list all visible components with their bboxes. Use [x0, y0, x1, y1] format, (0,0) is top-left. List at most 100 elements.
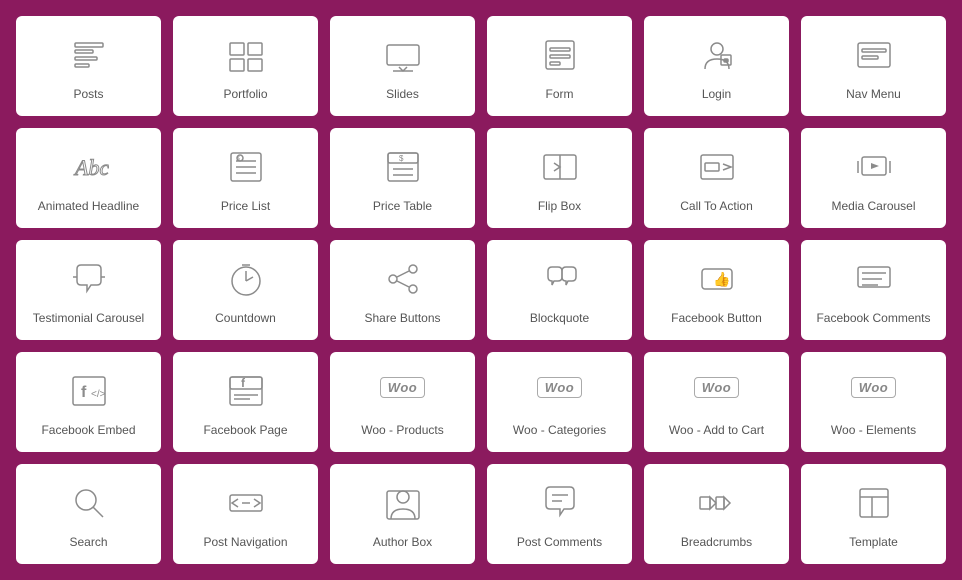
card-countdown[interactable]: Countdown — [173, 240, 318, 340]
woo-elements-woo-badge: Woo — [851, 377, 896, 400]
facebook-embed-icon: f </> — [65, 367, 113, 415]
post-comments-label: Post Comments — [517, 535, 602, 551]
testimonial-carousel-icon — [65, 255, 113, 303]
flip-box-label: Flip Box — [538, 199, 581, 215]
card-breadcrumbs[interactable]: Breadcrumbs — [644, 464, 789, 564]
share-buttons-label: Share Buttons — [364, 311, 440, 327]
woo-products-label: Woo - Products — [361, 423, 443, 439]
facebook-comments-label: Facebook Comments — [816, 311, 930, 327]
post-navigation-label: Post Navigation — [203, 535, 287, 551]
woo-add-to-cart-label: Woo - Add to Cart — [669, 423, 764, 439]
card-posts[interactable]: Posts — [16, 16, 161, 116]
facebook-comments-icon — [850, 255, 898, 303]
facebook-page-label: Facebook Page — [203, 423, 287, 439]
search-icon — [65, 479, 113, 527]
call-to-action-label: Call To Action — [680, 199, 753, 215]
share-buttons-icon — [379, 255, 427, 303]
svg-text:$: $ — [237, 156, 240, 162]
card-login[interactable]: Login — [644, 16, 789, 116]
card-template[interactable]: Template — [801, 464, 946, 564]
card-blockquote[interactable]: Blockquote — [487, 240, 632, 340]
woo-categories-woo-badge: Woo — [537, 377, 582, 400]
card-woo-categories[interactable]: Woo Woo - Categories — [487, 352, 632, 452]
price-table-icon: $ — [379, 143, 427, 191]
card-post-navigation[interactable]: Post Navigation — [173, 464, 318, 564]
media-carousel-icon — [850, 143, 898, 191]
card-animated-headline[interactable]: Abc Animated Headline — [16, 128, 161, 228]
card-post-comments[interactable]: Post Comments — [487, 464, 632, 564]
card-author-box[interactable]: Author Box — [330, 464, 475, 564]
card-facebook-embed[interactable]: f </> Facebook Embed — [16, 352, 161, 452]
svg-text:Abc: Abc — [73, 155, 109, 180]
facebook-embed-label: Facebook Embed — [41, 423, 135, 439]
card-portfolio[interactable]: Portfolio — [173, 16, 318, 116]
facebook-button-label: Facebook Button — [671, 311, 762, 327]
card-flip-box[interactable]: Flip Box — [487, 128, 632, 228]
card-woo-add-to-cart[interactable]: Woo Woo - Add to Cart — [644, 352, 789, 452]
template-icon — [850, 479, 898, 527]
card-testimonial-carousel[interactable]: Testimonial Carousel — [16, 240, 161, 340]
card-price-list[interactable]: $Price List — [173, 128, 318, 228]
breadcrumbs-label: Breadcrumbs — [681, 535, 752, 551]
post-navigation-icon — [222, 479, 270, 527]
svg-text:$: $ — [399, 154, 404, 163]
portfolio-label: Portfolio — [223, 87, 267, 103]
card-slides[interactable]: Slides — [330, 16, 475, 116]
woo-elements-icon: Woo — [850, 367, 898, 415]
woo-elements-label: Woo - Elements — [831, 423, 916, 439]
blockquote-icon — [536, 255, 584, 303]
woo-products-icon: Woo — [379, 367, 427, 415]
author-box-icon — [379, 479, 427, 527]
blockquote-label: Blockquote — [530, 311, 589, 327]
woo-categories-icon: Woo — [536, 367, 584, 415]
price-table-label: Price Table — [373, 199, 432, 215]
login-icon — [693, 31, 741, 79]
card-search[interactable]: Search — [16, 464, 161, 564]
card-share-buttons[interactable]: Share Buttons — [330, 240, 475, 340]
login-label: Login — [702, 87, 731, 103]
template-label: Template — [849, 535, 898, 551]
slides-icon — [379, 31, 427, 79]
nav-menu-label: Nav Menu — [846, 87, 901, 103]
flip-box-icon — [536, 143, 584, 191]
woo-add-to-cart-icon: Woo — [693, 367, 741, 415]
countdown-icon — [222, 255, 270, 303]
nav-menu-icon — [850, 31, 898, 79]
woo-categories-label: Woo - Categories — [513, 423, 606, 439]
card-woo-products[interactable]: Woo Woo - Products — [330, 352, 475, 452]
woo-add-to-cart-woo-badge: Woo — [694, 377, 739, 400]
card-facebook-button[interactable]: 👍 Facebook Button — [644, 240, 789, 340]
search-label: Search — [69, 535, 107, 551]
card-woo-elements[interactable]: Woo Woo - Elements — [801, 352, 946, 452]
woo-products-woo-badge: Woo — [380, 377, 425, 400]
testimonial-carousel-label: Testimonial Carousel — [33, 311, 144, 327]
svg-text:</>: </> — [91, 389, 106, 400]
slides-label: Slides — [386, 87, 419, 103]
facebook-button-icon: 👍 — [693, 255, 741, 303]
svg-text:f: f — [81, 384, 87, 401]
svg-text:👍: 👍 — [713, 271, 730, 288]
card-call-to-action[interactable]: Call To Action — [644, 128, 789, 228]
author-box-label: Author Box — [373, 535, 432, 551]
card-facebook-page[interactable]: f Facebook Page — [173, 352, 318, 452]
card-price-table[interactable]: $ Price Table — [330, 128, 475, 228]
card-media-carousel[interactable]: Media Carousel — [801, 128, 946, 228]
price-list-icon: $ — [222, 143, 270, 191]
card-form[interactable]: Form — [487, 16, 632, 116]
card-facebook-comments[interactable]: Facebook Comments — [801, 240, 946, 340]
facebook-page-icon: f — [222, 367, 270, 415]
post-comments-icon — [536, 479, 584, 527]
breadcrumbs-icon — [693, 479, 741, 527]
media-carousel-label: Media Carousel — [831, 199, 915, 215]
posts-label: Posts — [73, 87, 103, 103]
animated-headline-label: Animated Headline — [38, 199, 139, 215]
portfolio-icon — [222, 31, 270, 79]
widget-grid: Posts Portfolio Slides Form Login Nav Menu Abc… — [16, 16, 946, 564]
countdown-label: Countdown — [215, 311, 276, 327]
call-to-action-icon — [693, 143, 741, 191]
form-icon — [536, 31, 584, 79]
animated-headline-icon: Abc — [65, 143, 113, 191]
card-nav-menu[interactable]: Nav Menu — [801, 16, 946, 116]
form-label: Form — [546, 87, 574, 103]
svg-text:f: f — [241, 376, 246, 390]
